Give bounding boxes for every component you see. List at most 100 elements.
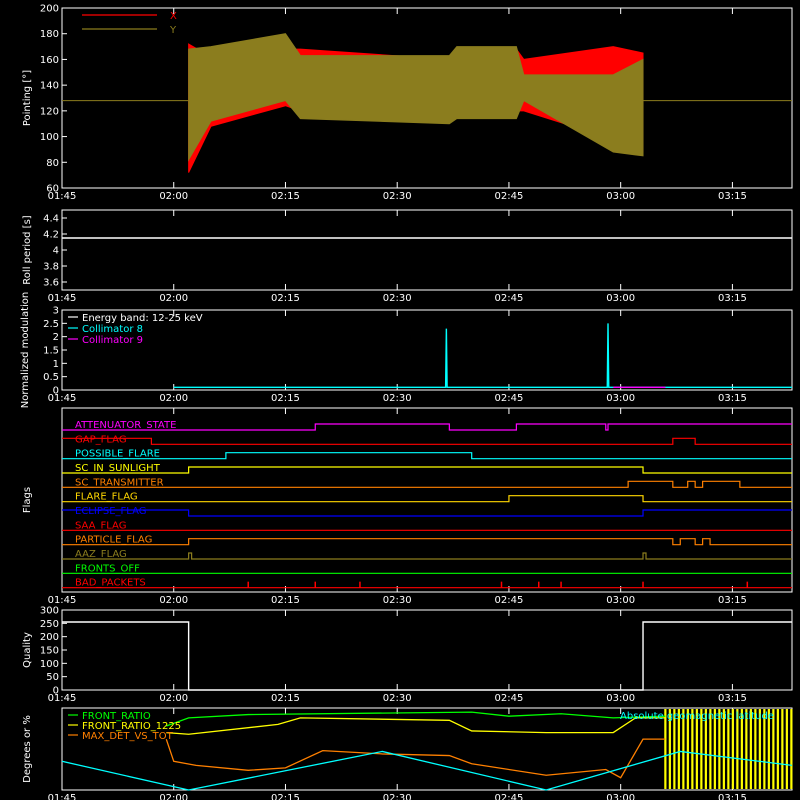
x-tick-label: 02:15 — [271, 393, 300, 404]
y-tick-label: 0.5 — [43, 372, 59, 383]
y-tick-label: 0 — [53, 386, 59, 397]
x-tick-label: 03:00 — [606, 191, 635, 202]
flag-trace — [62, 480, 792, 488]
y-tick-label: 100 — [40, 659, 59, 670]
flags-panel: 01:45 02:00 02:15 02:30 02:45 03:00 03:15 Flags… — [22, 407, 793, 606]
x-tick-label: 02:00 — [159, 595, 188, 606]
plot-frame — [61, 209, 793, 291]
x-tick-label: 01:45 — [48, 793, 77, 800]
x-tick-label: 02:45 — [495, 293, 524, 304]
y-tick-label: 60 — [46, 184, 59, 195]
y-tick-label: 140 — [40, 81, 59, 92]
x-tick-label: 03:15 — [718, 793, 747, 800]
y-tick-label: 180 — [40, 29, 59, 40]
x-tick-label: 02:15 — [271, 793, 300, 800]
x-tick-label: 03:15 — [718, 393, 747, 404]
flag-trace — [62, 452, 792, 460]
flag-label: AAZ_FLAG — [75, 549, 127, 560]
x-tick-label: 02:30 — [383, 191, 412, 202]
y-axis-label: Roll period [s] — [22, 215, 33, 284]
x-tick-label: 03:15 — [718, 693, 747, 704]
x-tick-label: 02:15 — [271, 595, 300, 606]
series-line — [173, 323, 792, 389]
y-tick-label: 80 — [46, 158, 59, 169]
flag-trace — [62, 552, 792, 560]
y-axis-label: Degrees or % — [22, 715, 33, 783]
y-axis-label: Quality — [22, 632, 33, 668]
x-tick-label: 02:45 — [495, 693, 524, 704]
series-line — [166, 711, 666, 727]
series-line — [166, 717, 666, 735]
x-tick-label: 02:00 — [159, 693, 188, 704]
x-tick-label: 03:00 — [606, 595, 635, 606]
y-tick-label: 3.8 — [43, 262, 59, 273]
y-tick-label: 1.5 — [43, 346, 59, 357]
x-tick-label: 02:30 — [383, 793, 412, 800]
x-tick-label: 02:00 — [159, 793, 188, 800]
x-tick-label: 02:45 — [495, 393, 524, 404]
x-tick-label: 02:45 — [495, 595, 524, 606]
x-tick-label: 03:15 — [718, 293, 747, 304]
y-tick-label: 200 — [40, 4, 59, 15]
series-line — [62, 621, 792, 691]
flag-label: ECLIPSE_FLAG — [75, 506, 146, 517]
x-tick-label: 02:15 — [271, 293, 300, 304]
plot-frame — [61, 407, 793, 593]
y-axis-label: Flags — [22, 487, 33, 513]
x-tick-label: 03:15 — [718, 191, 747, 202]
series-line — [165, 738, 666, 779]
x-tick-label: 02:15 — [271, 191, 300, 202]
x-tick-label: 02:45 — [495, 793, 524, 800]
y-tick-label: 4.4 — [43, 214, 59, 225]
x-tick-label: 02:15 — [271, 693, 300, 704]
y-tick-label: 120 — [40, 106, 59, 117]
x-tick-label: 01:45 — [48, 595, 77, 606]
x-tick-label: 02:00 — [159, 393, 188, 404]
modulation-panel: 01:45 02:00 02:15 02:30 02:45 03:00 03:15 Norma… — [20, 292, 793, 408]
pointing-panel: 01:45 02:00 02:15 02:30 02:45 03:00 03:15Point… — [22, 4, 793, 202]
flag-label: PARTICLE_FLAG — [75, 535, 152, 546]
y-tick-label: 2 — [53, 332, 59, 343]
roll-period-panel: 01:45 02:00 02:15 02:30 02:45 03:00 03:15 Roll … — [22, 209, 793, 304]
legend-label: Collimator 9 — [82, 335, 143, 346]
x-tick-label: 02:30 — [383, 595, 412, 606]
y-axis-label: Pointing [°] — [22, 70, 33, 126]
legend-label: Y — [169, 25, 177, 36]
flag-label: FRONTS_OFF — [75, 563, 140, 574]
flag-label: SC_TRANSMITTER — [75, 477, 164, 488]
x-tick-label: 01:45 — [48, 293, 77, 304]
legend-label: Collimator 8 — [82, 324, 143, 335]
y-tick-label: 100 — [40, 132, 59, 143]
x-tick-label: 02:00 — [159, 191, 188, 202]
y-tick-label: 0 — [53, 686, 59, 697]
x-tick-label: 02:45 — [495, 191, 524, 202]
y-tick-label: 200 — [40, 632, 59, 643]
y-tick-label: 250 — [40, 619, 59, 630]
y-tick-label: 150 — [40, 646, 59, 657]
legend-label: Energy band: 12-25 keV — [82, 313, 203, 324]
x-tick-label: 03:00 — [606, 393, 635, 404]
legend-label: X — [170, 11, 177, 22]
ratios-panel: 01:45 02:00 02:15 02:30 02:45 03:00 03:15 Degre… — [22, 707, 793, 800]
y-tick-label: 4.2 — [43, 230, 59, 241]
flag-label: SAA_FLAG — [75, 520, 126, 531]
y-tick-label: 1 — [53, 359, 59, 370]
x-tick-label: 03:00 — [606, 293, 635, 304]
flag-trace — [62, 495, 792, 503]
y-tick-label: 3.6 — [43, 278, 59, 289]
y-tick-label: 300 — [40, 606, 59, 617]
flag-label: GAP_FLAG — [75, 434, 127, 445]
y-tick-label: 160 — [40, 55, 59, 66]
legend-label: MAX_DET_VS_TOT — [82, 731, 174, 742]
x-tick-label: 03:15 — [718, 595, 747, 606]
quality-panel: 01:45 02:00 02:15 02:30 02:45 03:00 03:15Quali… — [22, 606, 793, 704]
flag-label: ATTENUATOR_STATE — [75, 420, 176, 431]
flag-label: POSSIBLE_FLARE — [75, 449, 160, 460]
quicklook-figure: 01:45 02:00 02:15 02:30 02:45 03:00 03:15 Point… — [20, 4, 793, 800]
x-tick-label: 02:30 — [383, 693, 412, 704]
x-tick-label: 03:00 — [606, 693, 635, 704]
flag-trace — [62, 538, 792, 546]
flag-trace — [62, 437, 792, 445]
x-tick-label: 03:00 — [606, 793, 635, 800]
y-tick-label: 4 — [53, 246, 59, 257]
